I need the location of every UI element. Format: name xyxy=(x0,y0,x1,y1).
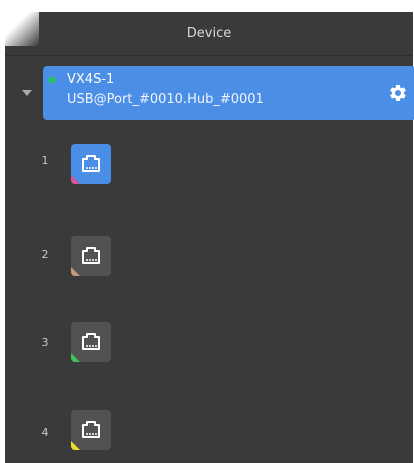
status-dot xyxy=(49,77,55,83)
gear-icon[interactable] xyxy=(388,83,408,103)
port-button-2[interactable] xyxy=(71,236,111,276)
device-connection: USB@Port_#0010.Hub_#0001 xyxy=(67,92,264,107)
port-number: 3 xyxy=(41,336,49,349)
ethernet-port-icon xyxy=(82,333,100,350)
port-color-marker xyxy=(71,267,80,276)
port-color-marker xyxy=(71,353,80,362)
device-panel: Device VX4S-1 USB@Port_#0010.Hub_#0001 1… xyxy=(5,12,414,463)
panel-header: Device xyxy=(5,12,413,56)
port-button-3[interactable] xyxy=(71,322,111,362)
collapse-arrow-icon[interactable] xyxy=(22,90,32,96)
port-button-4[interactable] xyxy=(71,410,111,450)
port-number: 4 xyxy=(41,426,49,439)
ethernet-port-icon xyxy=(82,247,100,264)
port-number: 1 xyxy=(41,154,49,167)
port-button-1[interactable] xyxy=(71,144,111,184)
port-color-marker xyxy=(71,175,80,184)
ethernet-port-icon xyxy=(82,421,100,438)
ethernet-port-icon xyxy=(82,155,100,172)
device-name: VX4S-1 xyxy=(67,72,115,87)
panel-title: Device xyxy=(186,26,232,41)
port-number: 2 xyxy=(41,248,49,261)
device-item[interactable]: VX4S-1 USB@Port_#0010.Hub_#0001 xyxy=(43,66,414,120)
port-color-marker xyxy=(71,441,80,450)
